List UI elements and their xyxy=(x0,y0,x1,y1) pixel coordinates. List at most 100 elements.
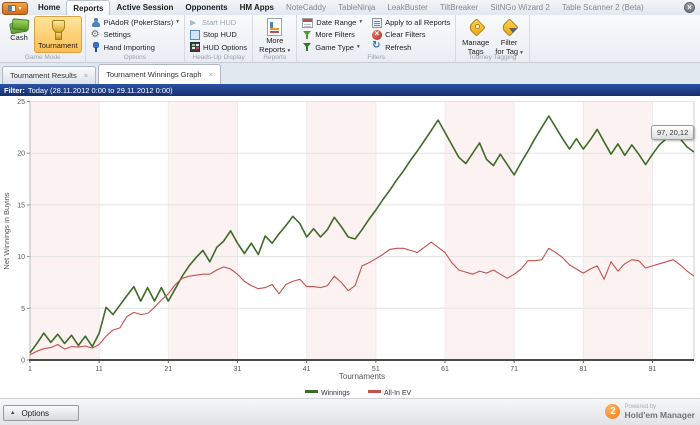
filter-value: Today (28.11.2012 0:00 to 29.11.2012 0:0… xyxy=(27,85,173,95)
piador-pokerstars-button[interactable]: PiAdoR (PokerStars) ▾ xyxy=(89,17,181,28)
plot-band xyxy=(168,101,238,360)
refresh-button[interactable]: Refresh xyxy=(370,41,452,53)
close-icon: × xyxy=(687,2,692,12)
trophy-icon xyxy=(48,19,68,41)
start-hud-button: Start HUD xyxy=(188,17,249,28)
legend-label-winnings: Winnings xyxy=(321,390,350,397)
options-button[interactable]: ▲ Options xyxy=(3,405,79,421)
ribbon-group-content: PiAdoR (PokerStars)▾ Settings Hand Importi… xyxy=(89,16,181,53)
x-tick-label: 11 xyxy=(96,366,103,373)
ribbon-tab-home[interactable]: Home xyxy=(32,0,66,15)
x-tick-label: 61 xyxy=(441,366,449,373)
game-type-icon xyxy=(302,42,312,52)
ribbon-group-tourney-tagging: Manage Tags Filter for Tag ▾ Tourney Tagging xyxy=(456,15,530,62)
button-label: HUD Options xyxy=(202,42,248,52)
date-range-button[interactable]: Date Range ▾ xyxy=(300,17,364,28)
ribbon-tab-bar: Home Reports Active Session Opponents HM App… xyxy=(32,0,682,15)
chevron-down-icon: ▾ xyxy=(359,19,363,26)
y-axis-title: Net Winnings in Buyins xyxy=(2,192,11,269)
close-button[interactable]: × xyxy=(684,2,695,13)
import-icon xyxy=(91,42,101,53)
filterfor-tag-button[interactable]: Filter for Tag ▾ xyxy=(492,16,526,56)
chevron-down-icon: ▾ xyxy=(356,43,360,50)
apply-icon xyxy=(372,17,383,28)
doc-tab-label: Tournament Results xyxy=(10,71,77,80)
ribbon-column: Date Range ▾ More Filters Game Type ▾ xyxy=(300,16,364,53)
ribbon-tab-active-session[interactable]: Active Session xyxy=(110,0,179,15)
more-filters-button[interactable]: More Filters xyxy=(300,29,364,40)
ribbon-tab-notecaddy[interactable]: NoteCaddy xyxy=(280,0,332,15)
y-tick-label: 15 xyxy=(17,202,25,209)
ribbon-column: Apply to all Reports Clear Filters Refresh xyxy=(370,16,452,53)
x-tick-label: 1 xyxy=(28,366,32,373)
hand-importing-button[interactable]: Hand Importing xyxy=(89,42,181,53)
plot-band xyxy=(99,101,169,360)
ribbon-tab-table-scanner-2-beta[interactable]: Table Scanner 2 (Beta) xyxy=(556,0,650,15)
button-label: Clear Filters xyxy=(385,30,426,40)
x-tick-label: 81 xyxy=(579,366,587,373)
button-label: Settings xyxy=(103,30,131,40)
chart-area: 1 11 21 31 41 51 61 71 81 91 0 5 10 15 20 25 Tournaments… xyxy=(0,96,700,398)
button-label: Hand Importing xyxy=(103,42,155,52)
app-menu-button[interactable]: ▾ xyxy=(2,2,28,15)
ribbon-tab-opponents[interactable]: Opponents xyxy=(179,0,233,15)
ribbon-group-label: Filters xyxy=(367,54,386,61)
ribbon-group-label: Game Mode xyxy=(24,54,61,61)
button-label: Cash xyxy=(10,33,28,42)
status-bar: ▲ Options 2 Powered by Hold'em Manager xyxy=(0,398,700,425)
morereports-button[interactable]: More Reports ▾ xyxy=(256,16,293,54)
stop-hud-button[interactable]: Stop HUD xyxy=(188,29,249,40)
document-tab-bar: Tournament Results × Tournament Winnings G… xyxy=(0,63,700,84)
plot-band xyxy=(30,101,100,360)
tag-icon xyxy=(466,18,486,38)
y-tick-label: 0 xyxy=(21,358,25,365)
legend-label-all-in-ev: All-In EV xyxy=(384,390,412,397)
ribbon-group-filters: Date Range ▾ More Filters Game Type ▾ Apply t… xyxy=(297,15,457,62)
button-label: Game Type xyxy=(315,42,354,52)
hud-options-button[interactable]: HUD Options xyxy=(188,42,249,53)
ribbon-group-content: More Reports ▾ xyxy=(256,16,293,54)
ribbon-group-content: Manage Tags Filter for Tag ▾ xyxy=(459,16,526,56)
refresh-icon xyxy=(372,41,382,52)
ribbon-group-label: Heads-Up Display xyxy=(192,54,245,61)
ribbon-group-label: Options xyxy=(123,54,146,61)
ribbon-tab-hm-apps[interactable]: HM Apps xyxy=(234,0,280,15)
button-label: Refresh xyxy=(385,42,412,52)
button-label: PiAdoR (PokerStars) xyxy=(103,18,174,28)
clear-filters-button[interactable]: Clear Filters xyxy=(370,29,452,40)
doc-tab-tournament-winnings-graph[interactable]: Tournament Winnings Graph × xyxy=(98,64,221,84)
ribbon-tab-tableninja[interactable]: TableNinja xyxy=(332,0,381,15)
ribbon-tab-reports[interactable]: Reports xyxy=(66,0,111,15)
button-label: Apply to all Reports xyxy=(385,18,451,28)
x-tick-label: 21 xyxy=(164,366,172,373)
x-tick-label: 91 xyxy=(649,366,657,373)
game-type-button[interactable]: Game Type ▾ xyxy=(300,42,364,53)
tournament-button[interactable]: Tournament xyxy=(34,16,82,53)
cash-icon xyxy=(9,18,29,33)
chevron-down-icon: ▾ xyxy=(18,5,22,12)
managetags-button[interactable]: Manage Tags xyxy=(459,16,492,56)
apply-to-all-reports-button[interactable]: Apply to all Reports xyxy=(370,17,452,28)
close-tab-icon[interactable]: × xyxy=(84,72,88,80)
ribbon-tab-tiltbreaker[interactable]: TiltBreaker xyxy=(434,0,484,15)
clear-filters-icon xyxy=(372,29,383,40)
cash-button[interactable]: Cash xyxy=(4,16,34,53)
settings-button[interactable]: Settings xyxy=(89,29,181,40)
y-tick-label: 10 xyxy=(17,254,25,261)
y-tick-label: 25 xyxy=(17,99,25,106)
x-tick-label: 71 xyxy=(510,366,518,373)
close-tab-icon[interactable]: × xyxy=(209,71,213,79)
ribbon-tab-leakbuster[interactable]: LeakBuster xyxy=(381,0,433,15)
chart-tooltip: 97, 20,12 xyxy=(651,125,695,140)
doc-tab-label: Tournament Winnings Graph xyxy=(106,70,202,79)
ribbon: Cash Tournament Game Mode PiAdoR (PokerStar… xyxy=(0,15,700,63)
ribbon-tab-sitngo-wizard-2[interactable]: SitNGo Wizard 2 xyxy=(484,0,556,15)
button-label: More Reports ▾ xyxy=(259,36,291,54)
report-icon xyxy=(267,18,283,36)
stop-icon xyxy=(189,29,200,40)
chevron-down-icon: ▾ xyxy=(287,47,291,54)
ribbon-group-heads-up-display: Start HUD Stop HUD HUD Options Heads-Up Dis… xyxy=(185,15,254,62)
y-tick-label: 5 xyxy=(21,306,25,313)
doc-tab-tournament-results[interactable]: Tournament Results × xyxy=(2,66,97,84)
app-menu-icon xyxy=(8,5,17,12)
